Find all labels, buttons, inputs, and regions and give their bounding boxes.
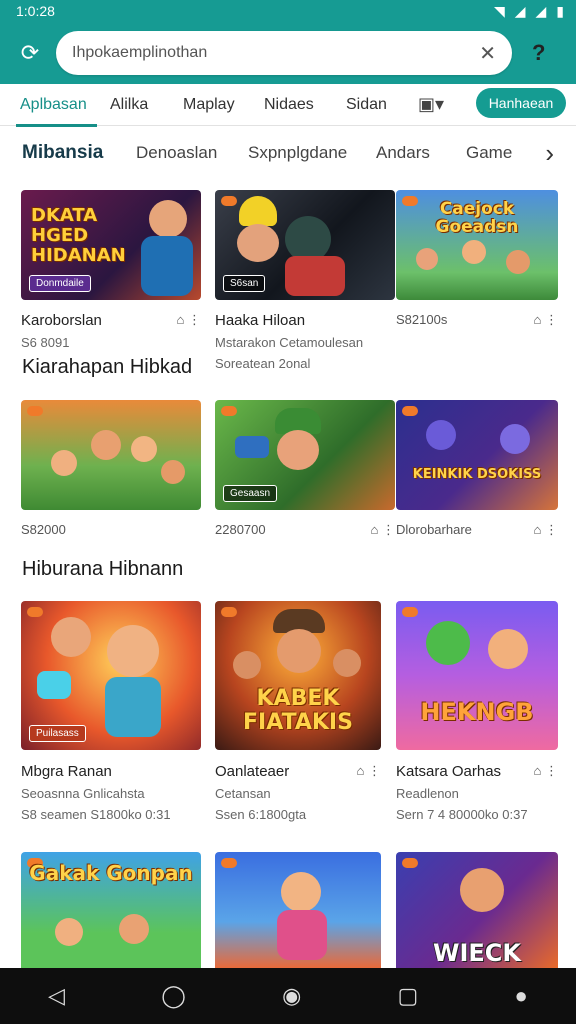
category-tab-sxpnplgdane[interactable]: Sxpnplgdane	[248, 143, 347, 163]
game-title: Mbgra Ranan	[21, 763, 112, 780]
search-box[interactable]: ✕	[56, 31, 512, 75]
tab-bar: Aplbasan Alilka Maplay Nidaes Sidan ▣▾ H…	[0, 84, 576, 127]
bookmark-icon[interactable]: ⌂ ⋮	[357, 763, 381, 779]
brand-logo-icon	[402, 406, 418, 416]
game-info: Ssen 6:1800gta	[215, 807, 307, 822]
game-thumbnail[interactable]	[21, 400, 201, 510]
game-title: Haaka Hiloan	[215, 312, 306, 329]
game-thumbnail[interactable]: S6san	[215, 190, 395, 300]
thumbnail-badge: S6san	[223, 275, 266, 292]
brand-logo-icon	[221, 607, 237, 617]
game-thumbnail[interactable]: HEKNGB	[396, 601, 558, 750]
grid-dropdown-icon[interactable]: ▣▾	[418, 94, 444, 115]
game-card[interactable]: S6san Haaka Hiloan Mstarakon Cetamoulesa…	[215, 190, 395, 371]
game-thumbnail[interactable]: WIECK	[396, 852, 558, 968]
bookmark-icon[interactable]: ⌂ ⋮	[534, 312, 558, 328]
tab-aplbasan[interactable]: Aplbasan	[16, 84, 97, 127]
thumbnail-badge: Donmdaile	[29, 275, 91, 292]
game-card[interactable]: Gakak Gonpan	[21, 852, 201, 968]
game-card[interactable]: Caejock Goeadsn S82100s ⌂ ⋮	[396, 190, 558, 327]
game-thumbnail[interactable]: Gakak Gonpan	[21, 852, 201, 968]
game-card[interactable]: Gesaasn 2280700 ⌂ ⋮	[215, 400, 395, 537]
brand-logo-icon	[221, 858, 237, 868]
tab-maplay[interactable]: Maplay	[183, 84, 235, 126]
header-action-button[interactable]: Hanhaean	[476, 88, 566, 118]
section-title: Hiburana Hibnann	[22, 558, 184, 580]
back-icon[interactable]: ◁	[48, 983, 65, 1009]
category-tab-mibansia[interactable]: Mibansia	[22, 142, 103, 164]
game-thumbnail[interactable]: KEINKIK DSOKISS	[396, 400, 558, 510]
game-subtitle: S6 8091	[21, 335, 70, 350]
home-icon[interactable]: ◉	[282, 983, 301, 1009]
tab-sidan[interactable]: Sidan	[346, 84, 387, 126]
thumbnail-title: KEINKIK DSOKISS	[412, 467, 542, 482]
brand-logo-icon	[221, 196, 237, 206]
game-subtitle: Mstarakon Cetamoulesan	[215, 335, 364, 350]
signal-icon: ◢	[535, 2, 547, 19]
game-subtitle: Cetansan	[215, 786, 271, 801]
bookmark-icon[interactable]: ⌂ ⋮	[371, 522, 395, 538]
status-time: 1:0:28	[16, 3, 55, 19]
game-card[interactable]: WIECK	[396, 852, 558, 968]
game-card[interactable]: S82000	[21, 400, 201, 537]
thumbnail-title: HEKNGB	[420, 698, 534, 726]
profile-icon[interactable]: ●	[515, 983, 528, 1009]
navigation-bar: ◁ ◯ ◉ ▢ ●	[0, 968, 576, 1024]
brand-logo-icon	[221, 406, 237, 416]
thumbnail-title: DKATA HGED HIDANAN	[31, 205, 126, 266]
section-title: Kiarahapan Hibkad	[22, 356, 193, 378]
tab-nidaes[interactable]: Nidaes	[264, 84, 314, 126]
game-thumbnail[interactable]	[215, 852, 381, 968]
brand-logo-icon	[27, 406, 43, 416]
status-bar: 1:0:28 ◥ ◢ ◢ ▮	[0, 0, 576, 22]
game-card[interactable]: KEINKIK DSOKISS Dlorobarhare ⌂ ⋮	[396, 400, 558, 537]
chevron-right-icon[interactable]: ›	[545, 138, 554, 169]
category-tab-andars[interactable]: Andars	[376, 143, 430, 163]
search-input[interactable]	[72, 44, 452, 62]
brand-logo-icon	[27, 607, 43, 617]
game-thumbnail[interactable]: KABEK FIATAKIS	[215, 601, 381, 750]
thumbnail-title: Caejock Goeadsn	[435, 199, 519, 237]
game-subtitle: Readlenon	[396, 786, 459, 801]
bookmark-icon[interactable]: ⌂ ⋮	[534, 522, 558, 538]
thumbnail-badge: Puilasass	[29, 725, 86, 742]
game-info: S8 seamen S1800ko 0:31	[21, 807, 171, 822]
game-thumbnail[interactable]: Caejock Goeadsn	[396, 190, 558, 300]
bookmark-icon[interactable]: ⌂ ⋮	[177, 312, 201, 328]
brand-logo-icon	[402, 858, 418, 868]
game-title: S82000	[21, 522, 66, 537]
game-thumbnail[interactable]: Gesaasn	[215, 400, 395, 510]
help-icon[interactable]: ?	[532, 40, 550, 66]
thumbnail-title: WIECK	[432, 939, 521, 967]
brand-logo-icon	[402, 607, 418, 617]
game-card[interactable]: DKATA HGED HIDANAN Donmdaile Karoborslan…	[21, 190, 201, 350]
game-info: Soreatean 2onal	[215, 356, 311, 371]
game-card[interactable]: HEKNGB Katsara Oarhas Readlenon Sern 7 4…	[396, 601, 558, 822]
signal-icon: ◢	[514, 2, 526, 19]
game-card[interactable]: Puilasass Mbgra Ranan Seoasnna Gnlicahst…	[21, 601, 201, 822]
category-tab-denoaslan[interactable]: Denoaslan	[136, 143, 217, 163]
game-thumbnail[interactable]: Puilasass	[21, 601, 201, 750]
search-icon[interactable]: ◯	[161, 983, 186, 1009]
top-bar: ⟳ ✕ ?	[0, 22, 576, 84]
thumbnail-title: KABEK FIATAKIS	[243, 686, 353, 735]
game-thumbnail[interactable]: DKATA HGED HIDANAN Donmdaile	[21, 190, 201, 300]
recents-icon[interactable]: ▢	[398, 983, 419, 1009]
category-tabs: Mibansia Denoaslan Sxpnplgdane Andars Ga…	[0, 134, 576, 172]
thumbnail-badge: Gesaasn	[223, 485, 278, 502]
game-card[interactable]	[215, 852, 381, 968]
game-card[interactable]: KABEK FIATAKIS Oanlateaer Cetansan Ssen …	[215, 601, 381, 822]
close-icon[interactable]: ✕	[479, 41, 496, 66]
game-info: Sern 7 4 80000ko 0:37	[396, 807, 528, 822]
tab-alilka[interactable]: Alilka	[110, 84, 148, 126]
game-subtitle: Seoasnna Gnlicahsta	[21, 786, 145, 801]
game-title: Karoborslan	[21, 312, 102, 329]
bookmark-icon[interactable]: ⌂ ⋮	[534, 763, 558, 779]
refresh-icon[interactable]: ⟳	[14, 37, 46, 69]
battery-icon: ▮	[556, 2, 564, 19]
category-tab-game[interactable]: Game	[466, 143, 512, 163]
game-title: 2280700	[215, 522, 266, 537]
thumbnail-title: Gakak Gonpan	[29, 861, 193, 885]
wifi-icon: ◥	[493, 2, 505, 19]
